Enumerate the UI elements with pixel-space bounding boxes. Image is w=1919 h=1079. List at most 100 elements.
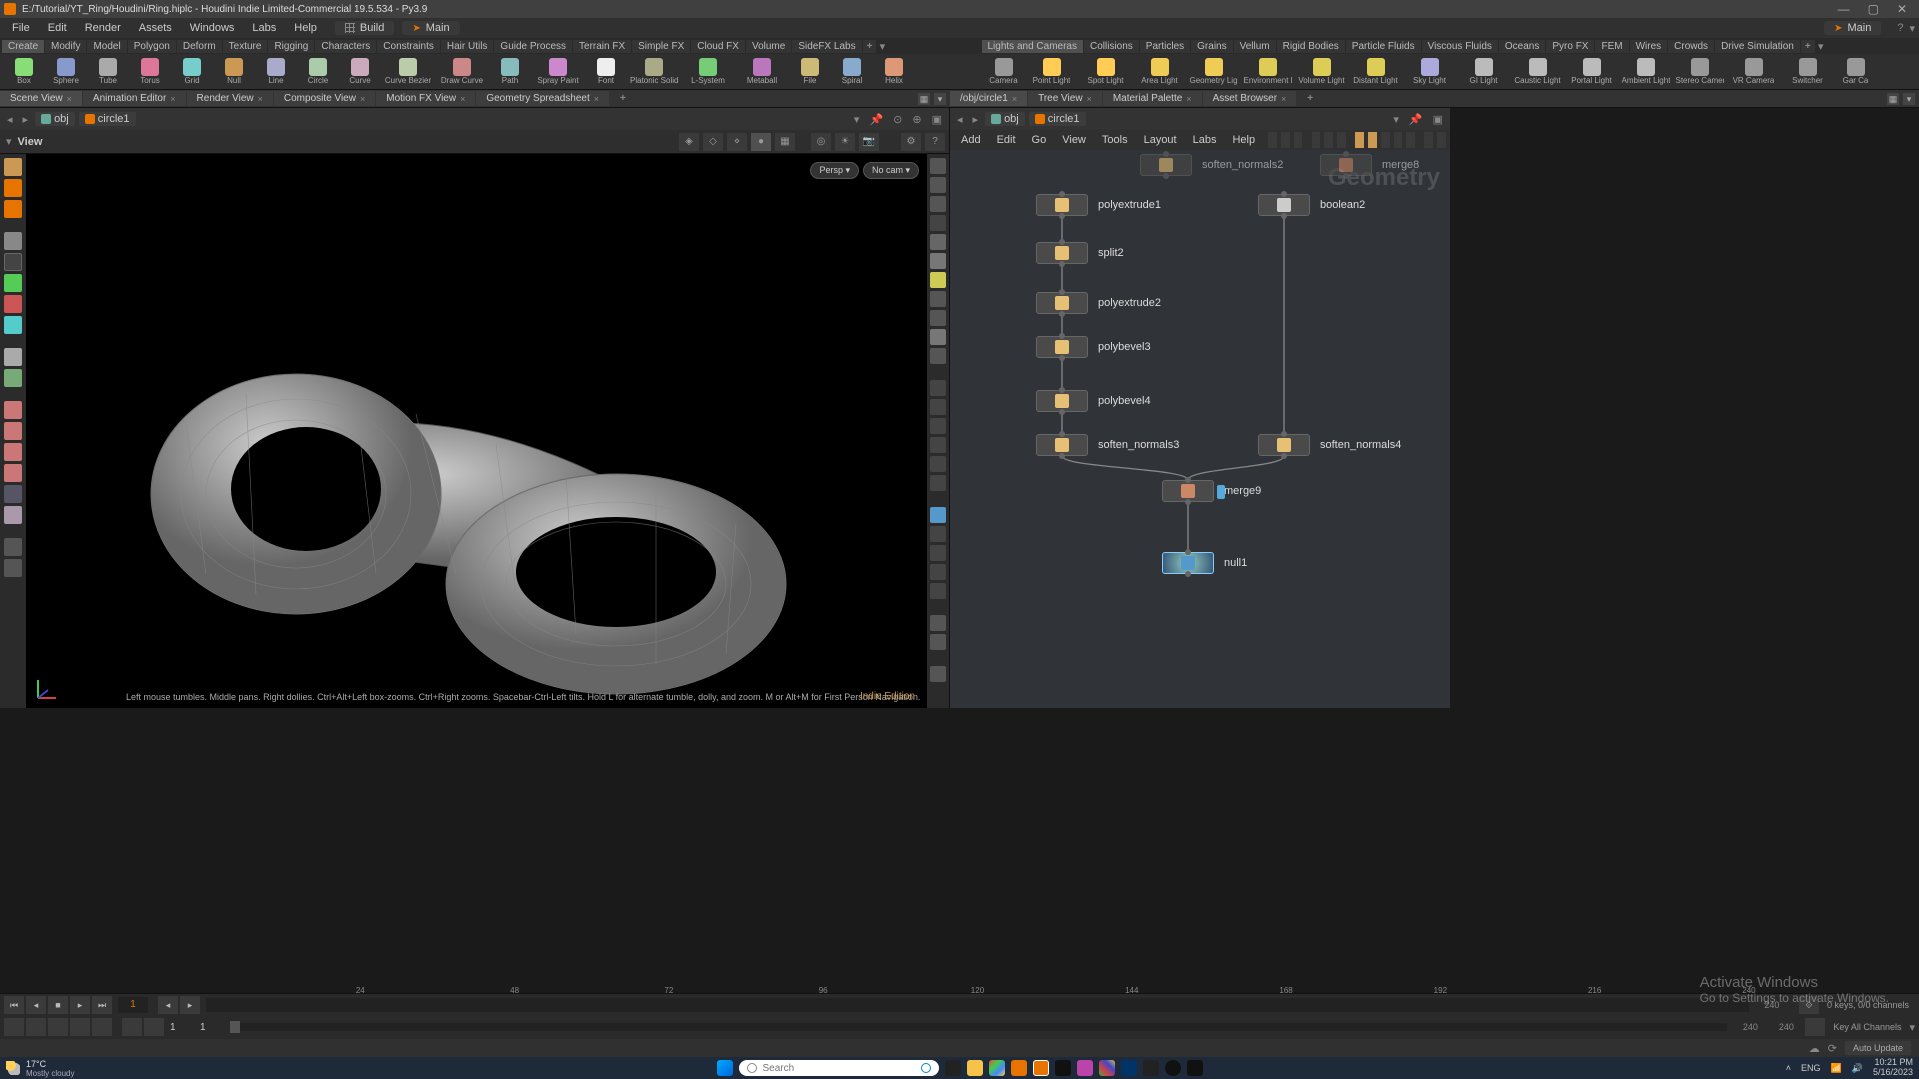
nav-back-icon[interactable]: ◂ xyxy=(954,113,966,126)
group-display-icon[interactable] xyxy=(930,456,946,472)
node-netbox-icon[interactable] xyxy=(1381,132,1390,148)
menu-edit[interactable]: Edit xyxy=(40,20,75,36)
safe-area-icon[interactable] xyxy=(930,583,946,599)
pane-add-button[interactable]: + xyxy=(610,91,636,106)
shelf-tab-drive-simulation[interactable]: Drive Simulation xyxy=(1715,40,1800,53)
desktop-selector-build[interactable]: Build xyxy=(335,21,394,35)
node-grid-icon[interactable] xyxy=(1312,132,1321,148)
pane-tab-render-view[interactable]: Render View× xyxy=(187,91,273,106)
volume-icon[interactable]: 🔊 xyxy=(1852,1063,1863,1074)
tool-platonic-solids[interactable]: Platonic Solids xyxy=(628,58,680,85)
tool-vr-camera[interactable]: VR Camera xyxy=(1728,58,1780,85)
range-start[interactable]: 1 xyxy=(166,1022,194,1033)
shelf-add-button[interactable]: + xyxy=(863,40,877,53)
tool-ambient-light[interactable]: Ambient Light xyxy=(1620,58,1672,85)
nav-back-button[interactable] xyxy=(122,1018,142,1036)
tool-font[interactable]: Font xyxy=(586,58,626,85)
window-minimize-button[interactable]: — xyxy=(1838,2,1850,16)
move-tool-icon[interactable] xyxy=(4,179,22,197)
refresh-icon[interactable]: ⟳ xyxy=(1828,1042,1837,1055)
lock-icon[interactable] xyxy=(930,196,946,212)
tool-caustic-light[interactable]: Caustic Light xyxy=(1512,58,1564,85)
wire-shade-icon[interactable] xyxy=(930,215,946,231)
shelf-tab-model[interactable]: Model xyxy=(87,40,126,53)
vp-help-icon[interactable] xyxy=(930,666,946,682)
shelf-tab-particles[interactable]: Particles xyxy=(1140,40,1190,53)
shelf-dropdown-icon[interactable]: ▾ xyxy=(1816,40,1826,53)
polyextrude-tool-icon[interactable] xyxy=(4,401,22,419)
shelf-tab-volume[interactable]: Volume xyxy=(746,40,791,53)
range-end2[interactable]: 240 xyxy=(1769,1022,1803,1032)
tab-close-icon[interactable]: × xyxy=(360,94,365,104)
wifi-icon[interactable]: 📶 xyxy=(1831,1063,1842,1074)
hq-light-icon[interactable] xyxy=(930,291,946,307)
node-tool2-icon[interactable] xyxy=(1281,132,1290,148)
node-shape-icon[interactable] xyxy=(1406,132,1415,148)
snapshot-icon[interactable]: 📷 xyxy=(859,133,879,151)
snap-tool-icon[interactable] xyxy=(4,348,22,366)
tool-gi-light[interactable]: GI Light xyxy=(1458,58,1510,85)
shelf-tab-particle-fluids[interactable]: Particle Fluids xyxy=(1346,40,1421,53)
play-next-button[interactable]: ▸ xyxy=(70,996,90,1014)
shelf-tab-terrain-fx[interactable]: Terrain FX xyxy=(573,40,631,53)
pane-tab-scene-view[interactable]: Scene View× xyxy=(0,91,82,106)
shadow-icon[interactable] xyxy=(930,310,946,326)
ghost-icon[interactable]: ◎ xyxy=(811,133,831,151)
node-note-icon[interactable] xyxy=(1355,132,1364,148)
pane-menu-icon[interactable]: ▾ xyxy=(1903,93,1915,105)
node-tree-icon[interactable] xyxy=(1337,132,1346,148)
persp-menu[interactable]: Persp ▾ xyxy=(810,162,859,179)
step-fwd-button[interactable]: ▸ xyxy=(180,996,200,1014)
shelf-tab-sidefx-labs[interactable]: SideFX Labs xyxy=(792,40,861,53)
tool-metaball[interactable]: Metaball xyxy=(736,58,788,85)
key-settings-button[interactable] xyxy=(1805,1018,1825,1036)
materials-icon[interactable] xyxy=(930,348,946,364)
tab-close-icon[interactable]: × xyxy=(1281,94,1286,104)
shelf-tab-collisions[interactable]: Collisions xyxy=(1084,40,1139,53)
node-menu-layout[interactable]: Layout xyxy=(1137,132,1184,148)
misc-tool-icon[interactable] xyxy=(4,538,22,556)
nav-fwd-icon[interactable]: ▸ xyxy=(970,113,982,126)
blender-icon[interactable] xyxy=(1011,1060,1027,1076)
misc2-tool-icon[interactable] xyxy=(4,559,22,577)
key-all-label[interactable]: Key All Channels xyxy=(1827,1022,1907,1032)
cloud-icon[interactable]: ☁ xyxy=(1809,1042,1820,1055)
polyfill-tool-icon[interactable] xyxy=(4,464,22,482)
shelf-tab-crowds[interactable]: Crowds xyxy=(1668,40,1714,53)
tab-close-icon[interactable]: × xyxy=(1186,94,1191,104)
tool-null[interactable]: Null xyxy=(214,58,254,85)
pane-tab--obj-circle1[interactable]: /obj/circle1× xyxy=(950,91,1027,106)
select-obj-icon[interactable]: ◈ xyxy=(679,133,699,151)
shading-wire-icon[interactable]: ▦ xyxy=(775,133,795,151)
shelf-tab-polygon[interactable]: Polygon xyxy=(128,40,176,53)
play-first-button[interactable]: ⏮ xyxy=(4,996,24,1014)
region-tool-icon[interactable] xyxy=(4,274,22,292)
window-maximize-button[interactable]: ▢ xyxy=(1868,2,1879,16)
prim-display-icon[interactable] xyxy=(930,418,946,434)
select-tool-icon[interactable] xyxy=(4,158,22,176)
slack-icon[interactable] xyxy=(1099,1060,1115,1076)
dropdown-icon[interactable]: ▾ xyxy=(851,113,863,126)
shelf-tab-rigging[interactable]: Rigging xyxy=(268,40,314,53)
node-b2[interactable]: boolean2 xyxy=(1258,194,1365,216)
node-group-icon[interactable] xyxy=(1368,132,1377,148)
houdini-icon[interactable] xyxy=(1033,1060,1049,1076)
lock-tool-icon[interactable] xyxy=(4,253,22,271)
tool-circle[interactable]: Circle xyxy=(298,58,338,85)
node-sn2[interactable]: soften_normals2 xyxy=(1140,154,1283,176)
realtime-button[interactable] xyxy=(26,1018,46,1036)
tool-distant-light[interactable]: Distant Light xyxy=(1350,58,1402,85)
tool-camera[interactable]: Camera xyxy=(984,58,1024,85)
tool-area-light[interactable]: Area Light xyxy=(1134,58,1186,85)
chop-button[interactable] xyxy=(70,1018,90,1036)
node-menu-edit[interactable]: Edit xyxy=(990,132,1023,148)
frame-track[interactable]: 24487296120144168192216240 xyxy=(206,998,1749,1012)
taskbar-search[interactable] xyxy=(739,1060,939,1076)
3d-viewport[interactable]: Persp ▾ No cam ▾ xyxy=(26,154,927,708)
name-display-icon[interactable] xyxy=(930,475,946,491)
node-pb3[interactable]: polybevel3 xyxy=(1036,336,1151,358)
node-menu-view[interactable]: View xyxy=(1055,132,1093,148)
max-icon[interactable]: ▣ xyxy=(929,113,945,126)
grid-tool-icon[interactable] xyxy=(4,369,22,387)
shelf-tab-simple-fx[interactable]: Simple FX xyxy=(632,40,690,53)
